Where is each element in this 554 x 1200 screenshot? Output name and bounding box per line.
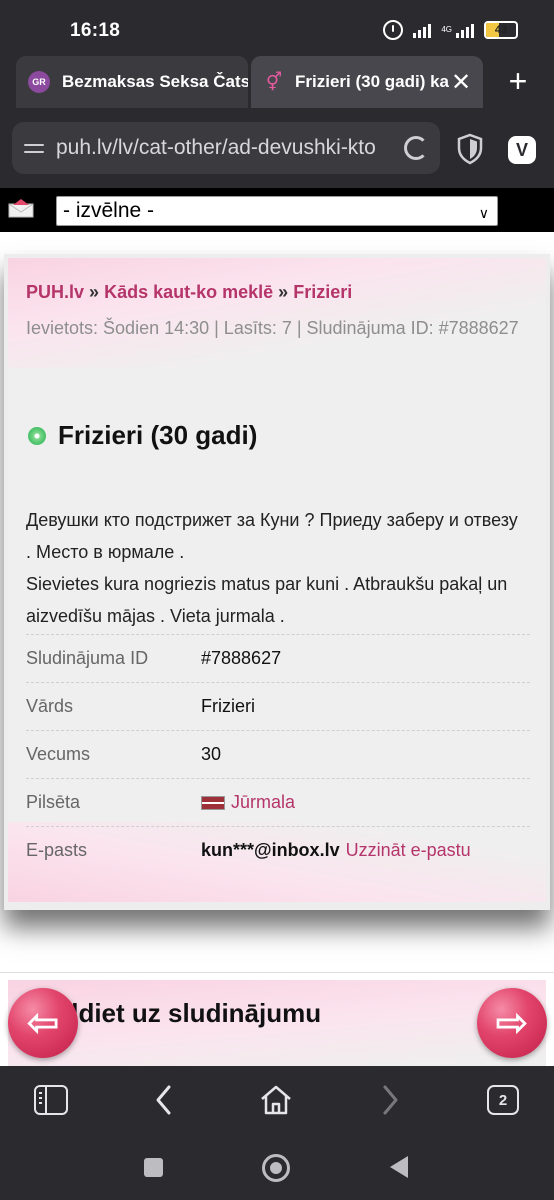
vivaldi-menu-icon[interactable]: V — [508, 136, 536, 164]
prev-ad-button[interactable]: ⇦ — [8, 988, 78, 1058]
breadcrumb-category[interactable]: Kāds kaut-ko meklē — [104, 282, 273, 302]
reply-card: ildiet uz sludinājumu — [8, 980, 546, 1066]
next-ad-button[interactable]: ⇨ — [477, 988, 547, 1058]
detail-label: Vārds — [26, 696, 74, 716]
reveal-email-link[interactable]: Uzzināt e-pastu — [346, 840, 471, 861]
page-content: PUH.lv » Kāds kaut-ko meklē » Frizieri I… — [0, 232, 554, 1066]
new-tab-button[interactable]: + — [500, 64, 536, 100]
breadcrumb-separator: » — [89, 282, 100, 302]
online-status-icon — [28, 426, 46, 445]
tab-bar: GR Bezmaksas Seksa Čats ⚥ Frizieri (30 g… — [0, 56, 554, 108]
ad-body-lv: Sievietes kura nogriezis matus par kuni … — [26, 574, 508, 626]
breadcrumb-current[interactable]: Frizieri — [293, 282, 352, 302]
arrow-left-icon: ⇦ — [26, 1001, 60, 1045]
reload-icon[interactable] — [404, 136, 428, 160]
cell-signal-icon — [456, 22, 474, 38]
chevron-left-icon — [156, 1085, 171, 1115]
menu-dropdown[interactable]: - izvēlne - ∨ — [56, 196, 498, 226]
detail-value: kun***@inbox.lv Uzzināt e-pastu — [201, 840, 471, 861]
back-triangle-icon[interactable] — [390, 1156, 408, 1178]
back-button[interactable] — [146, 1082, 182, 1118]
ad-body: Девушки кто подстрижет за Куни ? Приеду … — [26, 504, 526, 632]
detail-label: E-pasts — [26, 840, 88, 860]
email-masked: kun***@inbox.lv — [201, 840, 340, 860]
ad-body-ru: Девушки кто подстрижет за Куни ? Приеду … — [26, 510, 518, 562]
site-settings-icon[interactable] — [24, 143, 44, 153]
system-nav-bar — [0, 1134, 554, 1200]
tab-favicon-icon: GR — [28, 71, 50, 93]
url-text[interactable]: puh.lv/lv/cat-other/ad-devushki-kto — [56, 136, 394, 160]
tabs-button[interactable]: 2 — [485, 1082, 521, 1118]
home-circle-icon[interactable] — [262, 1154, 290, 1182]
recents-icon[interactable] — [144, 1158, 163, 1177]
menu-dropdown-value: - izvēlne - — [63, 199, 155, 222]
status-time: 16:18 — [70, 20, 121, 41]
detail-value: Frizieri — [201, 696, 255, 716]
status-icons: 4G 43 — [383, 20, 518, 40]
breadcrumb-home[interactable]: PUH.lv — [26, 282, 84, 302]
tab-frizieri[interactable]: ⚥ Frizieri (30 gadi) kas ✕ — [251, 56, 483, 108]
detail-row-email: E-pasts kun***@inbox.lv Uzzināt e-pastu — [26, 826, 530, 874]
divider — [0, 972, 554, 973]
browser-toolbar: 2 — [0, 1066, 554, 1134]
detail-value: 30 — [201, 744, 222, 764]
detail-row-age: Vecums 30 — [26, 730, 530, 778]
address-bar: puh.lv/lv/cat-other/ad-devushki-kto V — [0, 108, 554, 188]
detail-label: Sludinājuma ID — [26, 648, 149, 668]
breadcrumb: PUH.lv » Kāds kaut-ko meklē » Frizieri — [26, 282, 352, 303]
network-type-label: 4G — [441, 25, 452, 34]
home-icon — [261, 1085, 291, 1115]
site-menu-bar: - izvēlne - ∨ — [0, 188, 554, 232]
detail-label: Vecums — [26, 744, 91, 764]
chevron-down-icon: ∨ — [478, 205, 489, 221]
shield-icon[interactable] — [456, 133, 484, 165]
status-bar: 16:18 4G 43 — [0, 0, 554, 56]
ad-title-row: Frizieri (30 gadi) — [26, 420, 257, 451]
wifi-signal-icon — [413, 22, 432, 38]
city-link[interactable]: Jūrmala — [231, 792, 295, 813]
tab-count: 2 — [487, 1085, 519, 1115]
url-field[interactable]: puh.lv/lv/cat-other/ad-devushki-kto — [12, 122, 440, 174]
tab-title: Frizieri (30 gadi) kas — [295, 72, 449, 91]
ad-title: Frizieri (30 gadi) — [58, 420, 258, 450]
chevron-right-icon — [383, 1085, 398, 1115]
tab-bezmaksas-seksa[interactable]: GR Bezmaksas Seksa Čats — [16, 56, 248, 108]
breadcrumb-separator: » — [278, 282, 289, 302]
detail-row-city: Pilsēta Jūrmala — [26, 778, 530, 826]
arrow-right-icon: ⇨ — [495, 1001, 529, 1045]
envelope-icon[interactable] — [8, 198, 34, 218]
tab-title: Bezmaksas Seksa Čats — [62, 72, 248, 91]
latvia-flag-icon — [201, 795, 225, 810]
detail-label: Pilsēta — [26, 792, 81, 812]
battery-percent: 43 — [494, 24, 508, 36]
detail-value: Jūrmala — [201, 792, 295, 813]
forward-button[interactable] — [372, 1082, 408, 1118]
gender-favicon-icon: ⚥ — [265, 71, 283, 92]
ad-meta: Ievietots: Šodien 14:30 | Lasīts: 7 | Sl… — [26, 318, 519, 338]
detail-row-name: Vārds Frizieri — [26, 682, 530, 730]
detail-value: #7888627 — [201, 648, 282, 668]
close-tab-icon[interactable]: ✕ — [449, 68, 473, 97]
ad-details: Sludinājuma ID #7888627 Vārds Frizieri V… — [26, 634, 530, 874]
detail-row-id: Sludinājuma ID #7888627 — [26, 634, 530, 682]
ad-card: PUH.lv » Kāds kaut-ko meklē » Frizieri I… — [8, 258, 546, 902]
home-button[interactable] — [258, 1082, 294, 1118]
panel-button[interactable] — [33, 1082, 69, 1118]
alarm-icon — [383, 20, 404, 40]
battery-icon: 43 — [484, 21, 518, 39]
panel-icon — [34, 1085, 68, 1115]
reply-title: ildiet uz sludinājumu — [64, 998, 322, 1028]
